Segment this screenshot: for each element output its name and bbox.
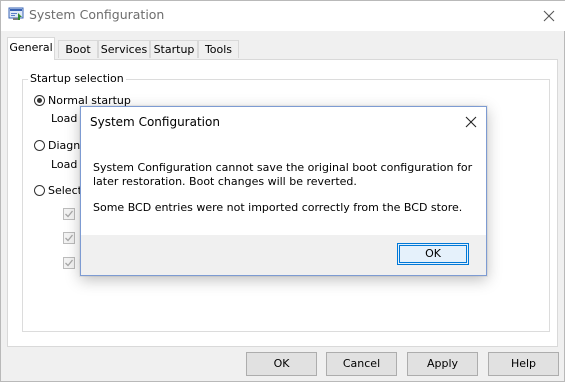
checkmark-icon xyxy=(65,259,74,267)
window-title: System Configuration xyxy=(29,7,165,22)
checkmark-icon xyxy=(65,234,74,242)
checkmark-icon xyxy=(65,210,74,218)
diagnostic-startup-radio[interactable] xyxy=(34,140,45,151)
tab-services[interactable]: Services xyxy=(98,40,150,58)
close-icon[interactable] xyxy=(464,115,478,129)
cancel-button[interactable]: Cancel xyxy=(326,352,397,376)
ok-button[interactable]: OK xyxy=(246,352,317,376)
focus-ring xyxy=(399,245,467,263)
group-title: Startup selection xyxy=(28,72,126,85)
radio-selected-dot xyxy=(37,98,42,103)
load-system-services-checkbox[interactable] xyxy=(63,208,75,220)
error-dialog: System Configuration System Configuratio… xyxy=(80,106,487,276)
normal-startup-radio[interactable] xyxy=(34,95,45,106)
selective-startup-radio[interactable] xyxy=(34,185,45,196)
tab-startup[interactable]: Startup xyxy=(150,40,198,58)
title-bar: System Configuration xyxy=(1,1,565,31)
msconfig-icon xyxy=(8,7,24,20)
tab-boot[interactable]: Boot xyxy=(58,40,98,58)
dialog-footer: OK xyxy=(81,235,486,275)
dialog-message-line-2: later restoration. Boot changes will be … xyxy=(93,175,357,188)
load-startup-items-checkbox[interactable] xyxy=(63,232,75,244)
system-configuration-window: System Configuration General Boot Servic… xyxy=(0,0,565,382)
dialog-message-line-1: System Configuration cannot save the ori… xyxy=(93,161,473,174)
use-original-boot-config-checkbox[interactable] xyxy=(63,257,75,269)
dialog-message-2: Some BCD entries were not imported corre… xyxy=(93,201,463,214)
dialog-ok-button[interactable]: OK xyxy=(397,243,469,265)
tab-tools[interactable]: Tools xyxy=(198,40,239,58)
close-icon[interactable] xyxy=(538,5,560,27)
tab-general[interactable]: General xyxy=(7,37,55,60)
apply-button[interactable]: Apply xyxy=(407,352,478,376)
dialog-title: System Configuration xyxy=(90,115,220,129)
help-button[interactable]: Help xyxy=(488,352,559,376)
